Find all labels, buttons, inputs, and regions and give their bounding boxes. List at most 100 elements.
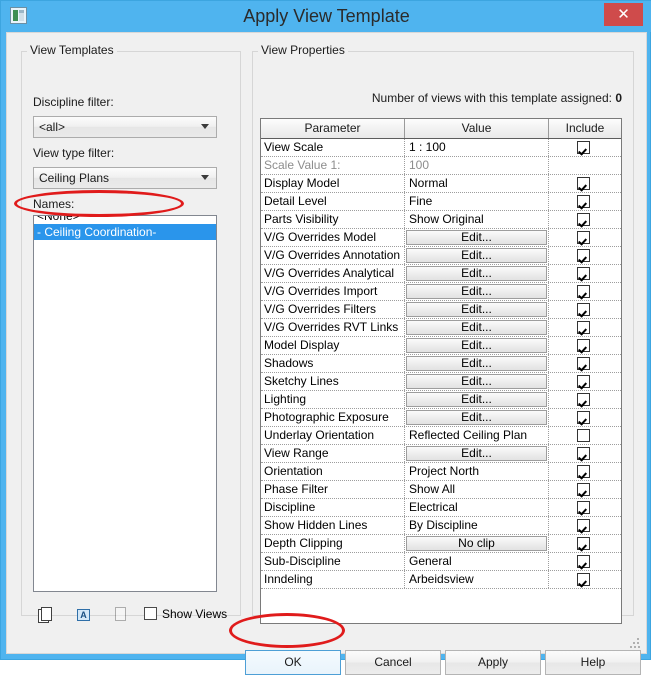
include-checkbox[interactable] [577,141,590,154]
include-checkbox[interactable] [577,519,590,532]
list-item[interactable]: - Ceiling Coordination- [34,224,216,240]
table-row[interactable]: V/G Overrides Model Edit... [261,229,621,247]
table-row[interactable]: Shadows Edit... [261,355,621,373]
table-row[interactable]: Detail Level Fine [261,193,621,211]
cell-value[interactable]: Show Original [405,211,549,228]
include-checkbox[interactable] [577,285,590,298]
template-names-list[interactable]: <None> - Ceiling Coordination- [33,215,217,592]
table-row[interactable]: V/G Overrides Filters Edit... [261,301,621,319]
edit-button[interactable]: Edit... [406,284,547,299]
table-row[interactable]: V/G Overrides RVT Links Edit... [261,319,621,337]
table-row[interactable]: View Range Edit... [261,445,621,463]
cell-value[interactable]: Edit... [405,409,549,426]
cell-value[interactable]: By Discipline [405,517,549,534]
cell-value[interactable]: Edit... [405,283,549,300]
table-row[interactable]: View Scale 1 : 100 [261,139,621,157]
cell-value[interactable]: 1 : 100 [405,139,549,156]
cell-include[interactable] [549,535,621,552]
discipline-filter-select[interactable]: <all> [33,116,217,138]
cell-include[interactable] [549,319,621,336]
cell-value[interactable]: Edit... [405,337,549,354]
table-row[interactable]: Orientation Project North [261,463,621,481]
edit-button[interactable]: Edit... [406,410,547,425]
include-checkbox[interactable] [577,447,590,460]
duplicate-icon[interactable] [38,606,56,624]
cell-include[interactable] [549,409,621,426]
cell-include[interactable] [549,283,621,300]
table-row[interactable]: V/G Overrides Analytical Edit... [261,265,621,283]
cell-value[interactable]: Edit... [405,391,549,408]
edit-button[interactable]: No clip [406,536,547,551]
edit-button[interactable]: Edit... [406,374,547,389]
edit-button[interactable]: Edit... [406,392,547,407]
cell-value[interactable]: Edit... [405,319,549,336]
table-row[interactable]: Display Model Normal [261,175,621,193]
edit-button[interactable]: Edit... [406,302,547,317]
cell-include[interactable] [549,571,621,588]
cell-include[interactable] [549,265,621,282]
cell-value[interactable]: Show All [405,481,549,498]
table-row[interactable]: Lighting Edit... [261,391,621,409]
include-checkbox[interactable] [577,483,590,496]
include-checkbox[interactable] [577,303,590,316]
edit-button[interactable]: Edit... [406,338,547,353]
include-checkbox[interactable] [577,375,590,388]
table-row[interactable]: Phase Filter Show All [261,481,621,499]
cell-value[interactable]: General [405,553,549,570]
table-row[interactable]: Underlay Orientation Reflected Ceiling Pl… [261,427,621,445]
cell-include[interactable] [549,553,621,570]
cell-value[interactable]: Edit... [405,229,549,246]
edit-button[interactable]: Edit... [406,320,547,335]
table-row[interactable]: Discipline Electrical [261,499,621,517]
cell-include[interactable] [549,193,621,210]
table-row[interactable]: V/G Overrides Annotation Edit... [261,247,621,265]
edit-button[interactable]: Edit... [406,266,547,281]
include-checkbox[interactable] [577,195,590,208]
rename-icon[interactable]: A [75,606,93,624]
include-checkbox[interactable] [577,321,590,334]
cell-value[interactable]: Edit... [405,373,549,390]
table-row[interactable]: Inndeling Arbeidsview [261,571,621,589]
cell-value[interactable]: 100 [405,157,549,174]
table-row[interactable]: Model Display Edit... [261,337,621,355]
cell-value[interactable]: Project North [405,463,549,480]
cell-include[interactable] [549,139,621,156]
table-row[interactable]: Photographic Exposure Edit... [261,409,621,427]
edit-button[interactable]: Edit... [406,446,547,461]
table-row[interactable]: Depth Clipping No clip [261,535,621,553]
cell-value[interactable]: Arbeidsview [405,571,549,588]
column-header-include[interactable]: Include [549,119,621,138]
include-checkbox[interactable] [577,411,590,424]
cell-value[interactable]: Fine [405,193,549,210]
cell-include[interactable] [549,247,621,264]
cell-value[interactable]: Edit... [405,355,549,372]
include-checkbox[interactable] [577,393,590,406]
cell-include[interactable] [549,427,621,444]
edit-button[interactable]: Edit... [406,356,547,371]
include-checkbox[interactable] [577,573,590,586]
cell-include[interactable] [549,517,621,534]
include-checkbox[interactable] [577,213,590,226]
cell-include[interactable] [549,391,621,408]
cell-value[interactable]: Normal [405,175,549,192]
include-checkbox[interactable] [577,429,590,442]
column-header-parameter[interactable]: Parameter [261,119,405,138]
include-checkbox[interactable] [577,177,590,190]
cell-include[interactable] [549,463,621,480]
cell-value[interactable]: Edit... [405,445,549,462]
include-checkbox[interactable] [577,465,590,478]
include-checkbox[interactable] [577,249,590,262]
cell-include[interactable] [549,373,621,390]
table-row[interactable]: Parts Visibility Show Original [261,211,621,229]
include-checkbox[interactable] [577,555,590,568]
column-header-value[interactable]: Value [405,119,549,138]
resize-grip[interactable] [630,638,640,648]
table-row[interactable]: Show Hidden Lines By Discipline [261,517,621,535]
include-checkbox[interactable] [577,501,590,514]
include-checkbox[interactable] [577,537,590,550]
cell-include[interactable] [549,229,621,246]
cell-include[interactable] [549,211,621,228]
view-type-filter-select[interactable]: Ceiling Plans [33,167,217,189]
cell-include[interactable] [549,445,621,462]
cell-value[interactable]: No clip [405,535,549,552]
